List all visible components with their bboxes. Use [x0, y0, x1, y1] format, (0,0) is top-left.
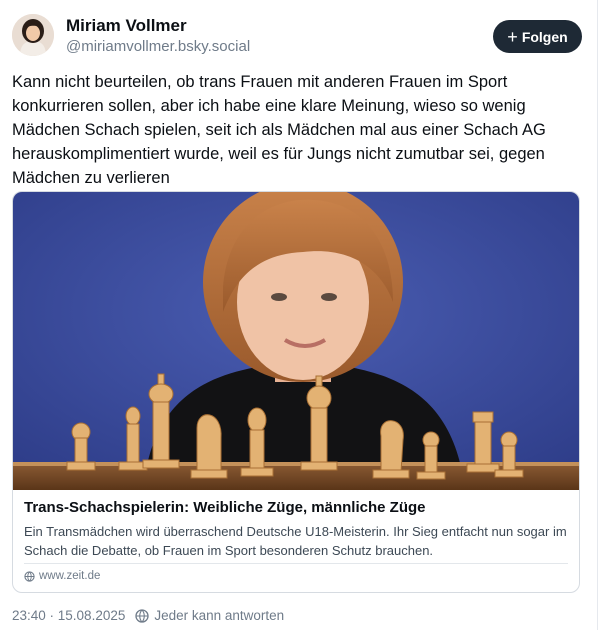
- reply-setting[interactable]: Jeder kann antworten: [135, 608, 284, 623]
- reply-setting-label: Jeder kann antworten: [154, 608, 285, 623]
- link-card-image[interactable]: [13, 192, 579, 490]
- post-timestamp[interactable]: 23:40 · 15.08.2025: [12, 608, 125, 623]
- globe-icon: [24, 570, 35, 582]
- plus-icon: +: [507, 26, 518, 47]
- link-card-domain-text: www.zeit.de: [39, 570, 101, 582]
- link-card-domain[interactable]: www.zeit.de: [24, 570, 100, 582]
- globe-icon: [135, 608, 150, 623]
- follow-button[interactable]: + Folgen: [493, 20, 582, 53]
- link-card-divider: [24, 563, 568, 564]
- author-handle[interactable]: @miriamvollmer.bsky.social: [66, 38, 250, 55]
- follow-button-label: Folgen: [521, 28, 568, 45]
- post-header: Miriam Vollmer @miriamvollmer.bsky.socia…: [12, 14, 582, 60]
- avatar[interactable]: [12, 14, 54, 56]
- link-card[interactable]: Trans-Schachspielerin: Weibliche Züge, m…: [12, 191, 580, 593]
- link-card-title[interactable]: Trans-Schachspielerin: Weibliche Züge, m…: [24, 499, 425, 516]
- post-footer: 23:40 · 15.08.2025 Jeder kann antworten: [12, 608, 284, 623]
- link-card-description: Ein Transmädchen wird überraschend Deuts…: [24, 524, 567, 558]
- post-text: Kann nicht beurteilen, ob trans Frauen m…: [12, 73, 546, 187]
- author-name[interactable]: Miriam Vollmer: [66, 16, 187, 36]
